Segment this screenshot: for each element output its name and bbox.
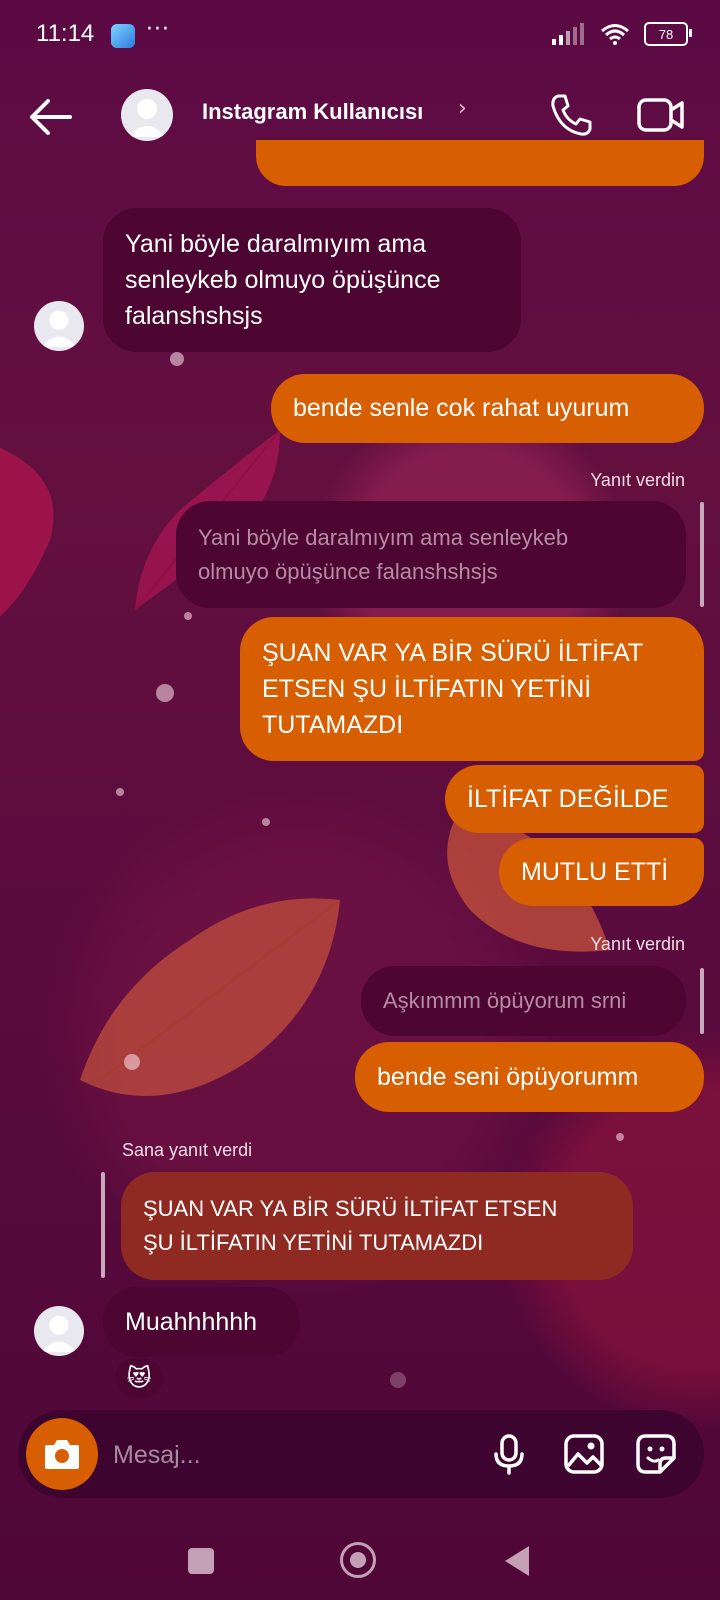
quote-text: Aşkımmm öpüyorum srni	[383, 988, 627, 1013]
video-camera-icon	[637, 98, 684, 132]
arrow-left-icon	[30, 99, 72, 135]
message-input[interactable]	[111, 1432, 475, 1478]
outgoing-message[interactable]: bende senle cok rahat uyurum	[271, 374, 704, 443]
outgoing-message[interactable]: MUTLU ETTİ	[499, 838, 704, 906]
sender-avatar[interactable]	[34, 301, 84, 351]
bokeh-dot	[184, 612, 192, 620]
outgoing-message[interactable]: İLTİFAT DEĞİLDE	[445, 765, 704, 833]
bokeh-dot	[390, 1372, 406, 1388]
recent-apps-button[interactable]	[188, 1548, 214, 1574]
message-text: MUTLU ETTİ	[521, 857, 669, 886]
default-avatar-icon	[41, 1315, 77, 1353]
quote-line: ŞU İLTİFATIN YETİNİ TUTAMAZDI	[143, 1230, 484, 1255]
outgoing-message-partial[interactable]	[256, 140, 704, 186]
reaction-badge[interactable]: 😻	[115, 1358, 163, 1398]
camera-button[interactable]	[26, 1418, 98, 1490]
message-text: bende seni öpüyorumm	[377, 1062, 639, 1091]
incoming-message[interactable]: Yani böyle daralmıyım ama senleykeb olmu…	[103, 208, 521, 352]
message-line: ŞUAN VAR YA BİR SÜRÜ İLTİFAT	[262, 639, 644, 667]
status-bar: 11:14 ··· 78	[0, 0, 720, 72]
contact-avatar[interactable]	[121, 89, 173, 141]
quote-line: ŞUAN VAR YA BİR SÜRÜ İLTİFAT ETSEN	[143, 1196, 558, 1221]
message-composer	[18, 1410, 704, 1498]
message-text: Muahhhhhh	[125, 1308, 258, 1336]
bokeh-dot	[616, 1133, 624, 1141]
background-leaf-bottom-icon	[80, 898, 341, 1096]
quote-line: Yani böyle daralmıyım ama senleykeb	[198, 524, 569, 550]
outgoing-message[interactable]: bende seni öpüyorumm	[355, 1042, 704, 1112]
message-text: İLTİFAT DEĞİLDE	[467, 784, 669, 813]
voice-call-button[interactable]	[548, 92, 594, 138]
back-button[interactable]	[24, 94, 78, 140]
reply-label: Sana yanıt verdi	[122, 1140, 253, 1160]
message-line: falanshshsjs	[125, 302, 263, 330]
reply-indicator-bar	[101, 1172, 105, 1278]
image-icon[interactable]	[562, 1432, 606, 1476]
app-notification-icon	[111, 24, 135, 48]
battery-level: 78	[658, 26, 674, 42]
heart-eyes-cat-icon: 😻	[126, 1364, 152, 1392]
quoted-message[interactable]: ŞUAN VAR YA BİR SÜRÜ İLTİFAT ETSEN ŞU İL…	[121, 1172, 633, 1280]
sticker-icon[interactable]	[634, 1432, 678, 1476]
battery-icon: 78	[644, 22, 692, 46]
default-avatar-icon	[129, 99, 165, 137]
phone-icon	[551, 94, 592, 136]
bokeh-dot	[124, 1054, 140, 1070]
message-line: TUTAMAZDI	[262, 711, 404, 739]
background-leaf-left-icon	[0, 447, 54, 617]
quoted-message[interactable]: Yani böyle daralmıyım ama senleykeb olmu…	[176, 501, 686, 608]
bokeh-dot	[170, 352, 184, 366]
message-line: ETSEN ŞU İLTİFATIN YETİNİ	[262, 675, 592, 703]
outgoing-message[interactable]: ŞUAN VAR YA BİR SÜRÜ İLTİFAT ETSEN ŞU İL…	[240, 617, 704, 761]
microphone-icon[interactable]	[487, 1432, 531, 1476]
message-line: Yani böyle daralmıyım ama	[125, 230, 427, 258]
system-navigation-bar	[0, 1520, 720, 1600]
status-time: 11:14	[36, 20, 95, 47]
more-notifications-icon: ···	[146, 17, 170, 42]
message-text: bende senle cok rahat uyurum	[293, 394, 630, 422]
video-call-button[interactable]	[636, 94, 686, 136]
contact-name[interactable]: Instagram Kullanıcısı	[202, 99, 423, 125]
system-back-button[interactable]	[505, 1546, 529, 1576]
wifi-icon	[601, 24, 629, 45]
incoming-message[interactable]: Muahhhhhh	[103, 1287, 300, 1357]
signal-icon	[552, 23, 584, 45]
bokeh-dot	[262, 818, 270, 826]
reply-indicator-bar	[700, 968, 704, 1034]
reply-label: Yanıt verdin	[590, 470, 685, 490]
camera-icon	[45, 1440, 79, 1469]
message-line: senleykeb olmuyo öpüşünce	[125, 266, 441, 294]
reply-label: Yanıt verdin	[590, 934, 685, 954]
bokeh-dot	[116, 788, 124, 796]
chevron-right-icon: ›	[458, 96, 467, 121]
reply-indicator-bar	[700, 502, 704, 607]
quoted-message[interactable]: Aşkımmm öpüyorum srni	[361, 966, 686, 1036]
sender-avatar[interactable]	[34, 1306, 84, 1356]
bokeh-dot	[156, 684, 174, 702]
quote-line: olmuyo öpüşünce falanshshsjs	[198, 558, 498, 584]
home-button[interactable]	[340, 1542, 376, 1578]
default-avatar-icon	[41, 310, 77, 348]
